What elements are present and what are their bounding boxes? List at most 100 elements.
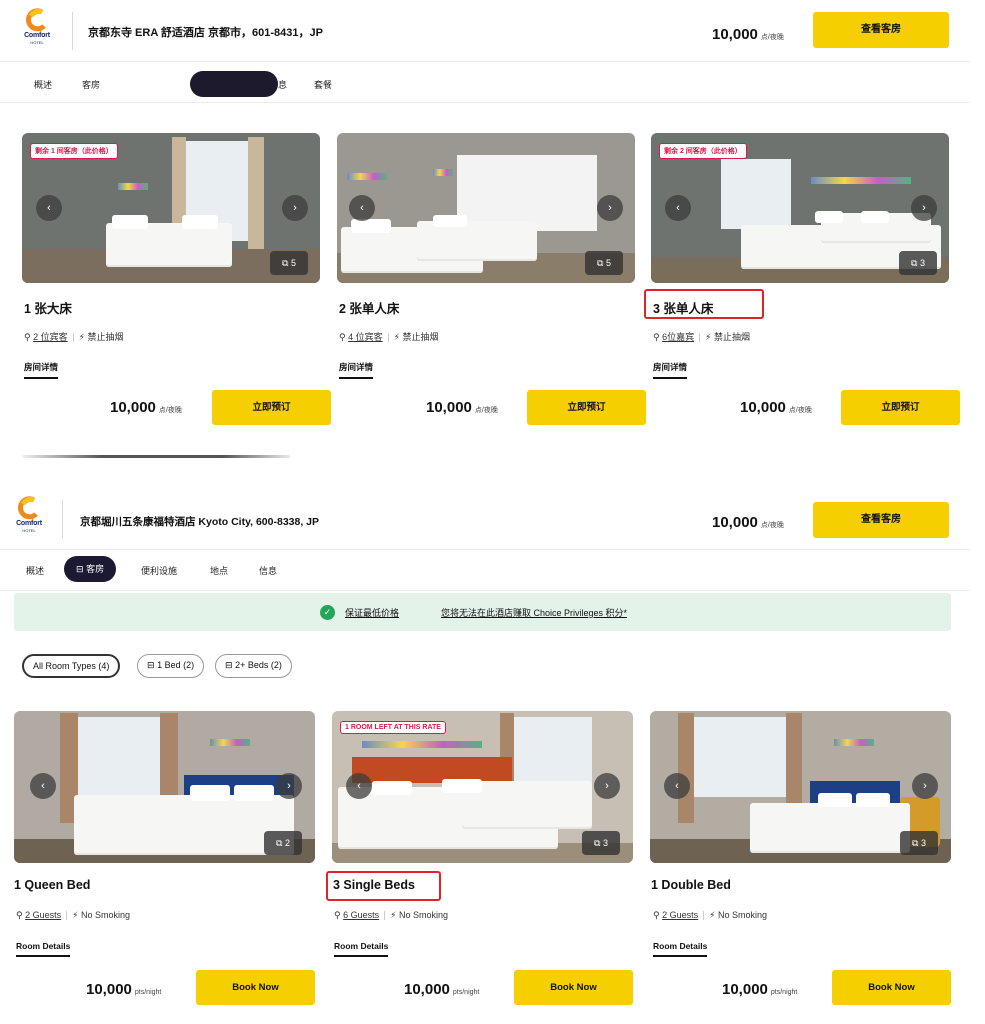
no-smoking-icon: ⚡ (390, 910, 397, 920)
header-price-value: 10,000 (712, 514, 758, 531)
photo-count[interactable]: ⧉ 3 (582, 831, 620, 855)
smoking-label: 禁止抽烟 (87, 332, 124, 342)
guests-link[interactable]: 6位嘉宾 (662, 332, 694, 342)
no-smoking-icon: ⚡ (72, 910, 79, 920)
best-price-link[interactable]: 保证最低价格 (345, 606, 399, 619)
book-now-button[interactable]: 立即预订 (527, 390, 646, 425)
filter-1-bed[interactable]: ⊟ 1 Bed (2) (137, 654, 205, 678)
header-divider (72, 12, 73, 50)
filter-2-plus-beds-label: 2+ Beds (2) (235, 660, 282, 670)
comfort-logo-icon (18, 496, 38, 520)
tab-overview[interactable]: 概述 (26, 564, 44, 577)
room-photo[interactable]: ‹ › ⧉ 5 (337, 133, 635, 283)
photo-count-value: 2 (284, 838, 290, 848)
book-now-button[interactable]: 立即预订 (841, 390, 960, 425)
room-details-link[interactable]: Room Details (16, 941, 71, 957)
room-details-link[interactable]: Room Details (334, 941, 389, 957)
hotel-title: 京都东寺 ERA 舒适酒店 京都市，601-8431，JP (88, 27, 323, 39)
guests-link[interactable]: 4 位宾客 (348, 332, 383, 342)
photo-count[interactable]: ⧉ 5 (585, 251, 623, 275)
view-rooms-button[interactable]: 查看客房 (813, 12, 949, 48)
room-meta: ⚲ 6 Guests ⚡ No Smoking (334, 910, 448, 921)
tab-info[interactable]: 信息 (259, 564, 277, 577)
prev-photo-button[interactable]: ‹ (664, 773, 690, 799)
room-photo[interactable]: ‹ › ⧉ 2 (14, 711, 315, 863)
room-meta: ⚲ 2 位宾客 ⚡ 禁止抽烟 (24, 332, 124, 343)
room-price: 10,000 pts/night (722, 981, 797, 998)
guests-link[interactable]: 2 Guests (662, 910, 698, 920)
room-details-link[interactable]: 房间详情 (339, 361, 374, 379)
room-name: 2 张单人床 (339, 302, 400, 316)
smoking-label: No Smoking (398, 910, 448, 920)
check-icon: ✓ (320, 605, 335, 620)
room-price-unit: pts/night (134, 989, 162, 996)
photo-count[interactable]: ⧉ 3 (900, 831, 938, 855)
smoking-label: No Smoking (717, 910, 767, 920)
availability-badge: 1 ROOM LEFT AT THIS RATE (340, 721, 446, 734)
book-now-button[interactable]: 立即预订 (212, 390, 331, 425)
tab-rooms[interactable]: 客房 (82, 78, 100, 91)
tab-info[interactable]: 息 (278, 78, 287, 91)
top-hotel-nav: 概述 客房 息 套餐 (0, 63, 970, 103)
no-smoking-icon: ⚡ (709, 910, 716, 920)
top-hotel-header: Comfort HOTEL 京都东寺 ERA 舒适酒店 京都市，601-8431… (0, 0, 970, 62)
room-details-link[interactable]: 房间详情 (24, 361, 59, 379)
section-divider (22, 455, 290, 458)
photo-count-value: 3 (920, 838, 926, 848)
next-photo-button[interactable]: › (276, 773, 302, 799)
next-photo-button[interactable]: › (911, 195, 937, 221)
filter-all-room-types[interactable]: All Room Types (4) (22, 654, 121, 678)
photo-count[interactable]: ⧉ 3 (899, 251, 937, 275)
tab-location[interactable]: 地点 (210, 564, 228, 577)
next-photo-button[interactable]: › (912, 773, 938, 799)
room-details-link[interactable]: 房间详情 (653, 361, 688, 379)
book-now-button[interactable]: Book Now (514, 970, 633, 1005)
bottom-hotel-nav: 概述 ⊟ 客房 便利设施 地点 信息 (0, 551, 970, 591)
room-photo[interactable]: 剩余 2 间客房（此价格） ‹ › ⧉ 3 (651, 133, 949, 283)
photo-count[interactable]: ⧉ 5 (270, 251, 308, 275)
tab-packages[interactable]: 套餐 (314, 78, 332, 91)
header-price: 10,000 点/夜晚 (712, 26, 784, 43)
comfort-logo[interactable]: Comfort HOTEL (22, 8, 52, 52)
room-photo[interactable]: 1 ROOM LEFT AT THIS RATE ‹ › ⧉ 3 (332, 711, 633, 863)
smoking-label: 禁止抽烟 (402, 332, 439, 342)
tab-overview[interactable]: 概述 (34, 78, 52, 91)
header-price: 10,000 点/夜晚 (712, 514, 784, 531)
room-meta: ⚲ 6位嘉宾 ⚡ 禁止抽烟 (653, 332, 750, 343)
guests-link[interactable]: 2 Guests (25, 910, 61, 920)
prev-photo-button[interactable]: ‹ (665, 195, 691, 221)
book-now-button[interactable]: Book Now (832, 970, 951, 1005)
room-price-unit: 点/夜晚 (474, 407, 498, 414)
room-meta: ⚲ 2 Guests ⚡ No Smoking (16, 910, 130, 921)
guests-link[interactable]: 2 位宾客 (33, 332, 68, 342)
view-rooms-button[interactable]: 查看客房 (813, 502, 949, 538)
best-price-banner: ✓ 保证最低价格 您将无法在此酒店赚取 Choice Privileges 积分… (14, 593, 951, 631)
logo-sub: HOTEL (30, 40, 44, 45)
smoking-label: No Smoking (80, 910, 130, 920)
availability-badge: 剩余 1 间客房（此价格） (30, 143, 118, 159)
room-details-link[interactable]: Room Details (653, 941, 708, 957)
filter-2-plus-beds[interactable]: ⊟ 2+ Beds (2) (215, 654, 292, 678)
room-photo[interactable]: ‹ › ⧉ 3 (650, 711, 951, 863)
bed-icon: ⊟ (225, 660, 233, 670)
room-photo[interactable]: 剩余 1 间客房（此价格） ‹ › ⧉ 5 (22, 133, 320, 283)
book-now-button[interactable]: Book Now (196, 970, 315, 1005)
smoking-label: 禁止抽烟 (713, 332, 750, 342)
prev-photo-button[interactable]: ‹ (349, 195, 375, 221)
prev-photo-button[interactable]: ‹ (36, 195, 62, 221)
next-photo-button[interactable]: › (282, 195, 308, 221)
comfort-logo[interactable]: Comfort HOTEL (14, 496, 44, 540)
photo-count-value: 5 (605, 258, 611, 268)
tab-rooms-active[interactable]: ⊟ 客房 (64, 556, 117, 582)
room-price: 10,000 点/夜晚 (426, 399, 498, 416)
logo-brand: Comfort (24, 32, 50, 39)
no-smoking-icon: ⚡ (393, 332, 400, 342)
next-photo-button[interactable]: › (594, 773, 620, 799)
guests-link[interactable]: 6 Guests (343, 910, 379, 920)
prev-photo-button[interactable]: ‹ (346, 773, 372, 799)
prev-photo-button[interactable]: ‹ (30, 773, 56, 799)
points-note-link[interactable]: 您将无法在此酒店赚取 Choice Privileges 积分* (441, 606, 627, 619)
photo-count[interactable]: ⧉ 2 (264, 831, 302, 855)
tab-amenities[interactable]: 便利设施 (141, 564, 177, 577)
next-photo-button[interactable]: › (597, 195, 623, 221)
